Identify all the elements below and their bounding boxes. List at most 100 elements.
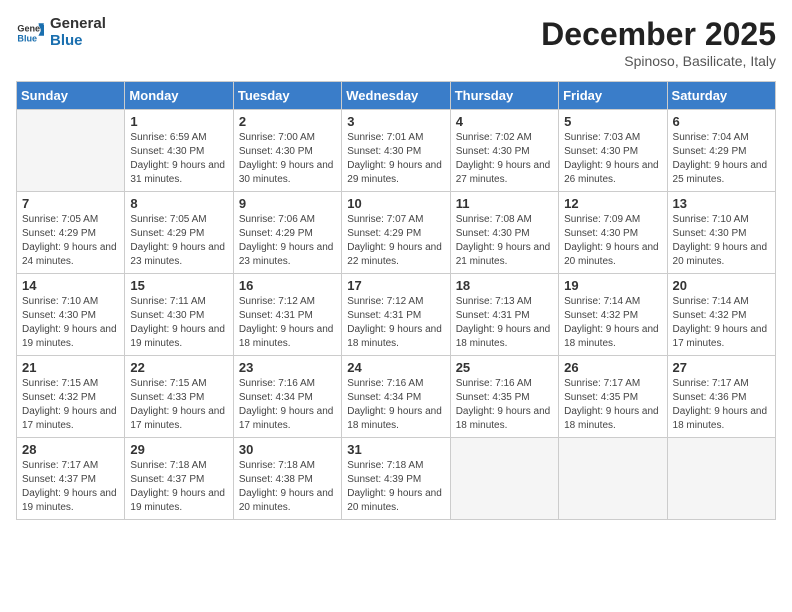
calendar-cell: 1 Sunrise: 6:59 AMSunset: 4:30 PMDaylight… — [125, 110, 233, 192]
day-info: Sunrise: 7:18 AMSunset: 4:37 PMDaylight:… — [130, 459, 227, 515]
day-number: 3 — [347, 114, 444, 129]
logo-general-text: General — [50, 16, 106, 33]
day-number: 12 — [564, 196, 661, 211]
day-number: 28 — [22, 442, 119, 457]
location-subtitle: Spinoso, Basilicate, Italy — [541, 53, 776, 69]
day-number: 22 — [130, 360, 227, 375]
day-number: 1 — [130, 114, 227, 129]
day-info: Sunrise: 7:11 AMSunset: 4:30 PMDaylight:… — [130, 295, 227, 351]
calendar-cell: 25 Sunrise: 7:16 AMSunset: 4:35 PMDayligh… — [450, 356, 558, 438]
calendar-cell: 24 Sunrise: 7:16 AMSunset: 4:34 PMDayligh… — [342, 356, 450, 438]
day-info: Sunrise: 7:05 AMSunset: 4:29 PMDaylight:… — [130, 213, 227, 269]
day-number: 4 — [456, 114, 553, 129]
day-number: 11 — [456, 196, 553, 211]
day-info: Sunrise: 7:13 AMSunset: 4:31 PMDaylight:… — [456, 295, 553, 351]
calendar-cell — [17, 110, 125, 192]
day-info: Sunrise: 7:16 AMSunset: 4:35 PMDaylight:… — [456, 377, 553, 433]
day-number: 9 — [239, 196, 336, 211]
day-info: Sunrise: 7:15 AMSunset: 4:33 PMDaylight:… — [130, 377, 227, 433]
day-number: 14 — [22, 278, 119, 293]
calendar-cell: 10Sunrise: 7:07 AMSunset: 4:29 PMDayligh… — [342, 192, 450, 274]
day-number: 8 — [130, 196, 227, 211]
calendar-cell: 20 Sunrise: 7:14 AMSunset: 4:32 PMDayligh… — [667, 274, 775, 356]
day-info: Sunrise: 7:06 AMSunset: 4:29 PMDaylight:… — [239, 213, 336, 269]
day-number: 30 — [239, 442, 336, 457]
col-header-saturday: Saturday — [667, 82, 775, 110]
day-info: Sunrise: 7:14 AMSunset: 4:32 PMDaylight:… — [673, 295, 770, 351]
day-number: 31 — [347, 442, 444, 457]
col-header-wednesday: Wednesday — [342, 82, 450, 110]
calendar-cell: 6 Sunrise: 7:04 AMSunset: 4:29 PMDaylight… — [667, 110, 775, 192]
day-number: 20 — [673, 278, 770, 293]
svg-text:Blue: Blue — [17, 33, 37, 43]
calendar-cell: 23Sunrise: 7:16 AMSunset: 4:34 PMDayligh… — [233, 356, 341, 438]
calendar-cell: 22 Sunrise: 7:15 AMSunset: 4:33 PMDayligh… — [125, 356, 233, 438]
calendar-cell — [559, 438, 667, 520]
calendar-cell: 5 Sunrise: 7:03 AMSunset: 4:30 PMDaylight… — [559, 110, 667, 192]
day-info: Sunrise: 7:05 AMSunset: 4:29 PMDaylight:… — [22, 213, 119, 269]
calendar-cell: 19 Sunrise: 7:14 AMSunset: 4:32 PMDayligh… — [559, 274, 667, 356]
day-info: Sunrise: 7:03 AMSunset: 4:30 PMDaylight:… — [564, 131, 661, 187]
week-row-3: 14 Sunrise: 7:10 AMSunset: 4:30 PMDayligh… — [17, 274, 776, 356]
day-number: 15 — [130, 278, 227, 293]
day-info: Sunrise: 7:18 AMSunset: 4:39 PMDaylight:… — [347, 459, 444, 515]
day-number: 7 — [22, 196, 119, 211]
col-header-thursday: Thursday — [450, 82, 558, 110]
logo-icon: General Blue — [16, 19, 44, 47]
calendar-cell: 9 Sunrise: 7:06 AMSunset: 4:29 PMDaylight… — [233, 192, 341, 274]
col-header-tuesday: Tuesday — [233, 82, 341, 110]
header-row: SundayMondayTuesdayWednesdayThursdayFrid… — [17, 82, 776, 110]
day-info: Sunrise: 6:59 AMSunset: 4:30 PMDaylight:… — [130, 131, 227, 187]
day-info: Sunrise: 7:10 AMSunset: 4:30 PMDaylight:… — [673, 213, 770, 269]
day-info: Sunrise: 7:16 AMSunset: 4:34 PMDaylight:… — [347, 377, 444, 433]
day-info: Sunrise: 7:15 AMSunset: 4:32 PMDaylight:… — [22, 377, 119, 433]
day-number: 21 — [22, 360, 119, 375]
calendar-cell: 7 Sunrise: 7:05 AMSunset: 4:29 PMDaylight… — [17, 192, 125, 274]
day-number: 27 — [673, 360, 770, 375]
calendar-cell: 12 Sunrise: 7:09 AMSunset: 4:30 PMDayligh… — [559, 192, 667, 274]
calendar-cell: 21 Sunrise: 7:15 AMSunset: 4:32 PMDayligh… — [17, 356, 125, 438]
day-info: Sunrise: 7:01 AMSunset: 4:30 PMDaylight:… — [347, 131, 444, 187]
day-number: 23 — [239, 360, 336, 375]
day-number: 6 — [673, 114, 770, 129]
day-number: 24 — [347, 360, 444, 375]
calendar-cell: 27 Sunrise: 7:17 AMSunset: 4:36 PMDayligh… — [667, 356, 775, 438]
day-info: Sunrise: 7:02 AMSunset: 4:30 PMDaylight:… — [456, 131, 553, 187]
week-row-4: 21 Sunrise: 7:15 AMSunset: 4:32 PMDayligh… — [17, 356, 776, 438]
calendar-cell: 29Sunrise: 7:18 AMSunset: 4:37 PMDayligh… — [125, 438, 233, 520]
day-info: Sunrise: 7:08 AMSunset: 4:30 PMDaylight:… — [456, 213, 553, 269]
week-row-2: 7 Sunrise: 7:05 AMSunset: 4:29 PMDaylight… — [17, 192, 776, 274]
week-row-5: 28 Sunrise: 7:17 AMSunset: 4:37 PMDayligh… — [17, 438, 776, 520]
calendar-cell: 4 Sunrise: 7:02 AMSunset: 4:30 PMDaylight… — [450, 110, 558, 192]
calendar-cell: 16Sunrise: 7:12 AMSunset: 4:31 PMDayligh… — [233, 274, 341, 356]
calendar-cell: 31 Sunrise: 7:18 AMSunset: 4:39 PMDayligh… — [342, 438, 450, 520]
day-number: 17 — [347, 278, 444, 293]
calendar-cell: 17 Sunrise: 7:12 AMSunset: 4:31 PMDayligh… — [342, 274, 450, 356]
day-info: Sunrise: 7:12 AMSunset: 4:31 PMDaylight:… — [347, 295, 444, 351]
day-info: Sunrise: 7:17 AMSunset: 4:36 PMDaylight:… — [673, 377, 770, 433]
calendar-cell: 14 Sunrise: 7:10 AMSunset: 4:30 PMDayligh… — [17, 274, 125, 356]
day-info: Sunrise: 7:09 AMSunset: 4:30 PMDaylight:… — [564, 213, 661, 269]
title-block: December 2025 Spinoso, Basilicate, Italy — [541, 16, 776, 69]
day-info: Sunrise: 7:17 AMSunset: 4:35 PMDaylight:… — [564, 377, 661, 433]
day-info: Sunrise: 7:00 AMSunset: 4:30 PMDaylight:… — [239, 131, 336, 187]
month-title: December 2025 — [541, 16, 776, 53]
calendar-cell: 3 Sunrise: 7:01 AMSunset: 4:30 PMDaylight… — [342, 110, 450, 192]
day-info: Sunrise: 7:10 AMSunset: 4:30 PMDaylight:… — [22, 295, 119, 351]
week-row-1: 1 Sunrise: 6:59 AMSunset: 4:30 PMDaylight… — [17, 110, 776, 192]
day-number: 2 — [239, 114, 336, 129]
calendar-cell: 28 Sunrise: 7:17 AMSunset: 4:37 PMDayligh… — [17, 438, 125, 520]
calendar-cell: 26 Sunrise: 7:17 AMSunset: 4:35 PMDayligh… — [559, 356, 667, 438]
day-info: Sunrise: 7:04 AMSunset: 4:29 PMDaylight:… — [673, 131, 770, 187]
calendar-cell: 15 Sunrise: 7:11 AMSunset: 4:30 PMDayligh… — [125, 274, 233, 356]
day-number: 5 — [564, 114, 661, 129]
day-info: Sunrise: 7:17 AMSunset: 4:37 PMDaylight:… — [22, 459, 119, 515]
calendar-cell — [667, 438, 775, 520]
day-number: 25 — [456, 360, 553, 375]
day-number: 26 — [564, 360, 661, 375]
logo: General Blue General Blue — [16, 16, 106, 49]
day-number: 19 — [564, 278, 661, 293]
col-header-friday: Friday — [559, 82, 667, 110]
calendar-cell: 30Sunrise: 7:18 AMSunset: 4:38 PMDayligh… — [233, 438, 341, 520]
day-info: Sunrise: 7:14 AMSunset: 4:32 PMDaylight:… — [564, 295, 661, 351]
